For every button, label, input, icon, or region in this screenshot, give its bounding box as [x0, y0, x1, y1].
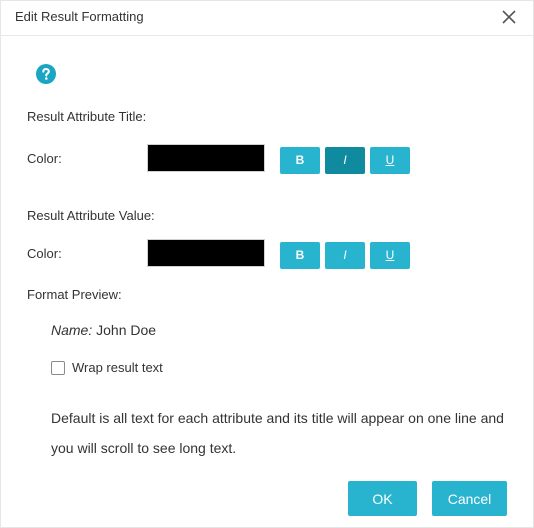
ok-button[interactable]: OK [348, 481, 417, 516]
dialog-title: Edit Result Formatting [15, 9, 144, 24]
preview-attribute-value: John Doe [96, 322, 157, 338]
format-preview: Name: John Doe [51, 322, 156, 338]
wrap-result-text-checkbox[interactable] [51, 360, 65, 375]
format-preview-heading: Format Preview: [27, 287, 122, 302]
edit-result-formatting-dialog: Edit Result Formatting Result Attribute … [0, 0, 534, 528]
dialog-titlebar: Edit Result Formatting [1, 1, 533, 36]
attribute-title-heading: Result Attribute Title: [27, 109, 147, 124]
attribute-value-underline-button[interactable]: U [370, 242, 410, 269]
attribute-value-color-swatch[interactable] [147, 239, 265, 267]
attribute-value-italic-button[interactable]: I [325, 242, 365, 269]
preview-attribute-title: Name: [51, 322, 93, 338]
wrap-result-text-label: Wrap result text [72, 360, 163, 375]
close-icon[interactable] [499, 7, 519, 27]
attribute-title-bold-button[interactable]: B [280, 147, 320, 174]
attribute-title-italic-button[interactable]: I [325, 147, 365, 174]
attribute-title-underline-button[interactable]: U [370, 147, 410, 174]
attribute-title-color-label: Color: [27, 151, 62, 166]
attribute-value-heading: Result Attribute Value: [27, 208, 155, 223]
cancel-button[interactable]: Cancel [432, 481, 507, 516]
attribute-value-color-label: Color: [27, 246, 62, 261]
wrap-result-text-option[interactable]: Wrap result text [51, 360, 163, 375]
help-icon[interactable] [36, 64, 56, 84]
attribute-value-bold-button[interactable]: B [280, 242, 320, 269]
wrap-description-text: Default is all text for each attribute a… [51, 410, 504, 456]
attribute-title-color-swatch[interactable] [147, 144, 265, 172]
